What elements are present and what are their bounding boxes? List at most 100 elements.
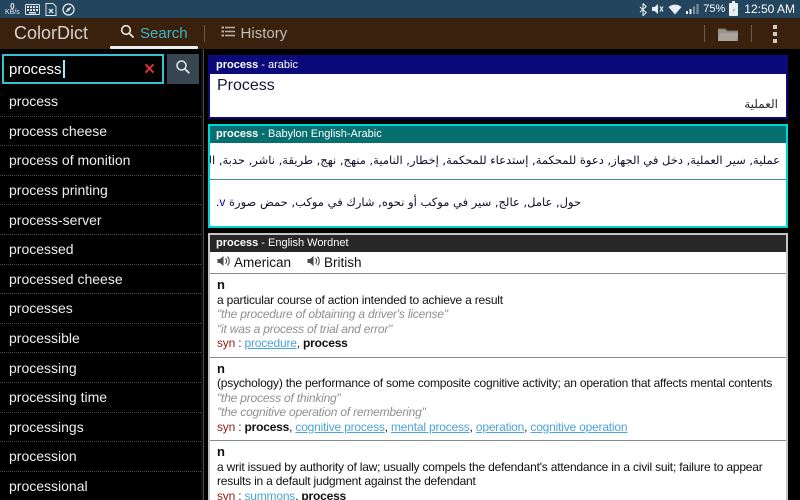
battery-percent: 75%: [703, 3, 725, 15]
part-of-speech: n: [217, 445, 779, 460]
results-panel[interactable]: process - arabic Process العملية process…: [203, 49, 800, 500]
definition-block: n(psychology) the performance of some co…: [210, 358, 786, 442]
result-card-wordnet: process - English Wordnet American Britis…: [208, 233, 788, 500]
app-bar: ColorDict Search History: [0, 18, 800, 49]
example-quote: "the process of thinking": [217, 391, 779, 406]
synonym-link[interactable]: mental process: [391, 420, 470, 434]
suggestion-item[interactable]: process: [0, 87, 201, 117]
suggestion-item[interactable]: processed cheese: [0, 265, 201, 295]
clock: 12:50 AM: [744, 2, 795, 16]
header-separator: -: [261, 59, 265, 71]
definition-text: (psychology) the performance of some com…: [217, 376, 779, 391]
headword: process: [216, 128, 258, 140]
battery-icon: [729, 3, 738, 16]
synonym-line: syn : summons, process: [217, 489, 779, 500]
tab-history[interactable]: History: [209, 18, 300, 49]
suggestion-item[interactable]: process of monition: [0, 146, 201, 176]
appbar-separator: [704, 25, 705, 42]
app-title: ColorDict: [0, 18, 108, 49]
example-quote: "the procedure of obtaining a driver's l…: [217, 307, 779, 322]
text-cursor: [63, 60, 65, 78]
example-quote: "the cognitive operation of remembering": [217, 405, 779, 420]
synonym-label: syn: [217, 420, 235, 434]
suggestion-item[interactable]: processings: [0, 413, 201, 443]
card-header: process - English Wordnet: [210, 235, 786, 252]
example-quote: "it was a process of trial and error": [217, 322, 779, 337]
suggestion-item[interactable]: processing: [0, 353, 201, 383]
arabic-definition-text: عملية, سير العملية, دخل في الجهاز, دعوة …: [210, 153, 780, 167]
suggestion-list: processprocess cheeseprocess of monition…: [0, 87, 201, 500]
tab-search-label: Search: [140, 25, 188, 42]
headword: process: [216, 237, 258, 249]
history-list-icon: [221, 25, 236, 42]
tab-search[interactable]: Search: [108, 18, 200, 49]
synonym-word: process: [301, 489, 346, 500]
suggestion-item[interactable]: process-server: [0, 205, 201, 235]
pronunciation-label: American: [234, 255, 291, 270]
synonym-word: process: [303, 336, 348, 350]
definition-block: na particular course of action intended …: [210, 274, 786, 358]
speaker-icon: [217, 255, 231, 270]
suggestion-item[interactable]: process cheese: [0, 117, 201, 147]
suggestion-item[interactable]: processional: [0, 472, 201, 500]
entry-word: Process: [210, 74, 786, 95]
suggestion-item[interactable]: processed: [0, 235, 201, 265]
pronunciation-label: British: [324, 255, 362, 270]
overflow-dots-icon: [773, 25, 777, 43]
suggestion-item[interactable]: procession: [0, 442, 201, 472]
clear-search-icon[interactable]: ×: [142, 60, 157, 79]
synonym-link[interactable]: cognitive operation: [530, 420, 627, 434]
speaker-icon: [307, 255, 321, 270]
headword: process: [216, 59, 258, 71]
pronunciation-button[interactable]: American: [217, 255, 291, 270]
header-separator: -: [261, 128, 265, 140]
dictionary-name: Babylon English-Arabic: [268, 128, 382, 140]
suggestion-item[interactable]: processes: [0, 294, 201, 324]
synonym-line: syn : process, cognitive process, mental…: [217, 420, 779, 435]
part-of-speech: n: [217, 278, 779, 293]
suggestion-item[interactable]: processing time: [0, 383, 201, 413]
definition-text: a writ issued by authority of law; usual…: [217, 460, 779, 489]
wifi-icon: [668, 4, 682, 15]
keyboard-icon: [25, 4, 40, 15]
search-icon: [120, 24, 135, 43]
search-query-text: process: [9, 61, 62, 78]
search-input[interactable]: process ×: [2, 54, 164, 84]
synonym-link[interactable]: summons: [244, 489, 295, 500]
status-bar: 0KB/s 75% 12:50 AM: [0, 0, 800, 18]
synonym-label: syn: [217, 336, 235, 350]
suggestion-item[interactable]: process printing: [0, 176, 201, 206]
download-speed-indicator: 0KB/s: [5, 4, 20, 16]
synonym-link[interactable]: cognitive process: [295, 420, 384, 434]
tab-separator: [204, 25, 205, 42]
synonym-link[interactable]: operation: [476, 420, 524, 434]
mute-icon: [651, 3, 664, 15]
search-icon: [175, 59, 191, 80]
card-header: process - arabic: [210, 57, 786, 74]
search-button[interactable]: [167, 54, 199, 84]
appbar-separator-2: [751, 25, 752, 42]
overflow-menu-button[interactable]: [756, 18, 794, 49]
arabic-translation: العملية: [210, 95, 786, 117]
definition-block: na writ issued by authority of law; usua…: [210, 441, 786, 500]
synonym-label: syn: [217, 489, 235, 500]
tab-history-label: History: [241, 25, 288, 42]
open-folder-button[interactable]: [709, 18, 747, 49]
babylon-definition-row: حول, عامل, عالج, سير في موكب أو نحوه, شا…: [210, 179, 786, 226]
babylon-rows: عملية, سير العملية, دخل في الجهاز, دعوة …: [210, 143, 786, 226]
suggestion-item[interactable]: processible: [0, 324, 201, 354]
dictionary-name: English Wordnet: [268, 237, 349, 249]
result-card-arabic: process - arabic Process العملية: [208, 55, 788, 119]
part-of-speech: n: [217, 362, 779, 377]
synonym-line: syn : procedure, process: [217, 336, 779, 351]
bluetooth-icon: [639, 3, 647, 16]
header-separator: -: [261, 237, 265, 249]
pronunciation-button[interactable]: British: [307, 255, 362, 270]
definition-text: a particular course of action intended t…: [217, 293, 779, 308]
definition-list: na particular course of action intended …: [210, 274, 786, 500]
synonym-link[interactable]: procedure: [244, 336, 296, 350]
pronunciation-row: American British: [210, 252, 786, 274]
result-card-babylon: process - Babylon English-Arabic عملية, …: [208, 124, 788, 228]
arabic-definition-text: حول, عامل, عالج, سير في موكب أو نحوه, شا…: [225, 195, 581, 209]
synonym-word: process: [244, 420, 289, 434]
